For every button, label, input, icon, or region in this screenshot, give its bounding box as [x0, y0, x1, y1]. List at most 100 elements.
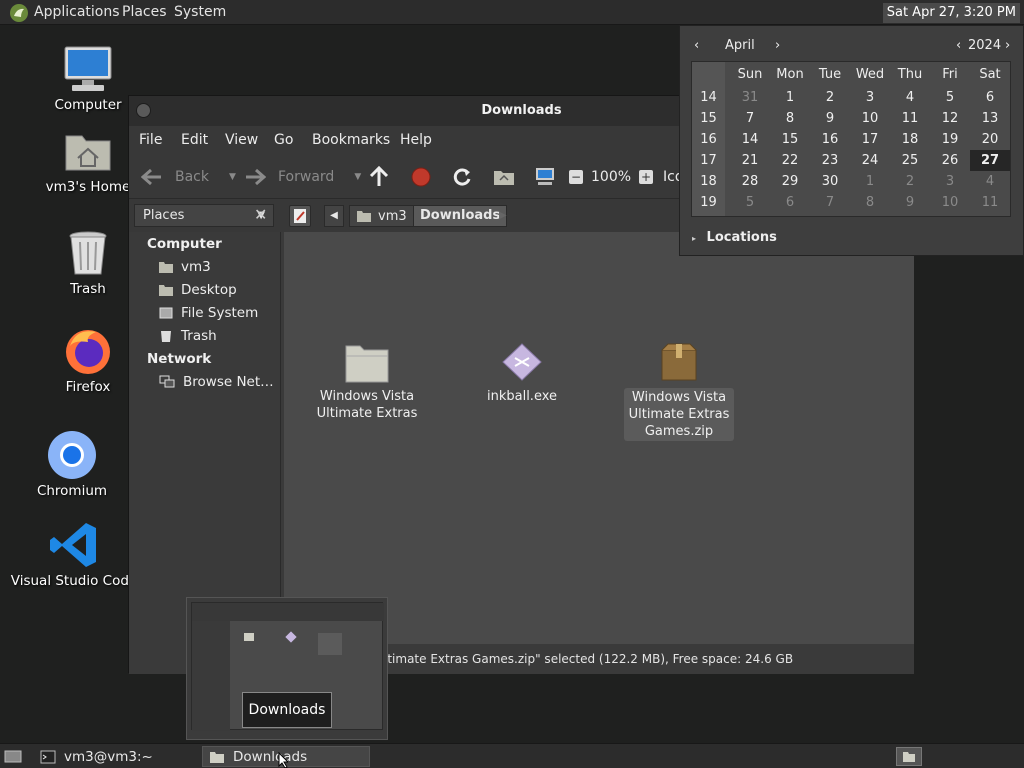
menu-view[interactable]: View [225, 132, 258, 148]
prev-year-icon[interactable]: ‹ [956, 38, 961, 53]
file-item[interactable]: Windows Vista Ultimate Extras [312, 340, 422, 422]
prev-month-icon[interactable]: ‹ [694, 38, 699, 53]
menu-file[interactable]: File [139, 132, 162, 148]
calendar-day[interactable]: 2 [890, 171, 930, 192]
zoom-in-icon[interactable]: + [639, 169, 654, 184]
calendar-day[interactable]: 25 [890, 150, 930, 171]
calendar-day[interactable]: 14 [730, 129, 770, 150]
calendar-day[interactable]: 5 [730, 192, 770, 213]
forward-button[interactable]: Forward ▼ [244, 154, 361, 199]
week-number: 15 [700, 111, 717, 126]
applications-menu[interactable]: Applications [34, 4, 120, 20]
calendar-day[interactable]: 30 [810, 171, 850, 192]
places-dropdown[interactable]: Places ▼ [134, 204, 274, 227]
breadcrumb-left-icon[interactable]: ◀ [324, 205, 344, 227]
calendar-day[interactable]: 22 [770, 150, 810, 171]
calendar-day[interactable]: 24 [850, 150, 890, 171]
file-view[interactable]: Windows Vista Ultimate Extras inkball.ex… [284, 232, 914, 644]
menu-go[interactable]: Go [274, 132, 293, 148]
calendar-day[interactable]: 29 [770, 171, 810, 192]
calendar-day[interactable]: 2 [810, 87, 850, 108]
calendar-day[interactable]: 31 [730, 87, 770, 108]
sidebar-item-browse-network[interactable]: Browse Net… [159, 374, 274, 390]
computer-button[interactable] [534, 154, 556, 199]
locations-expander[interactable]: ▸ Locations [692, 230, 777, 245]
file-item-selected[interactable]: Windows Vista Ultimate Extras Games.zip [624, 340, 734, 441]
calendar-day[interactable]: 8 [850, 192, 890, 213]
zip-archive-icon [624, 340, 734, 384]
menu-bookmarks[interactable]: Bookmarks [312, 132, 390, 148]
calendar-day[interactable]: 5 [930, 87, 970, 108]
calendar-day[interactable]: 10 [930, 192, 970, 213]
day-name: Tue [818, 67, 842, 82]
next-month-icon[interactable]: › [775, 38, 780, 53]
calendar-day[interactable]: 7 [730, 108, 770, 129]
window-close-icon[interactable] [136, 103, 151, 118]
sidebar-item-filesystem[interactable]: File System [159, 305, 258, 321]
calendar-day[interactable]: 3 [930, 171, 970, 192]
file-item[interactable]: inkball.exe [467, 340, 577, 405]
task-terminal[interactable]: vm3@vm3:~ [34, 746, 198, 767]
calendar-month: April [725, 38, 755, 53]
terminal-icon [40, 750, 56, 764]
calendar-day[interactable]: 1 [770, 87, 810, 108]
calendar-day[interactable]: 18 [890, 129, 930, 150]
breadcrumb-right-icon[interactable]: ▶ [499, 205, 507, 227]
breadcrumb-downloads[interactable]: Downloads [413, 205, 508, 227]
calendar-day[interactable]: 16 [810, 129, 850, 150]
places-menu[interactable]: Places [122, 4, 167, 20]
calendar-day[interactable]: 28 [730, 171, 770, 192]
sidebar-item-vm3[interactable]: vm3 [159, 259, 211, 275]
calendar-day[interactable]: 10 [850, 108, 890, 129]
calendar-day[interactable]: 4 [890, 87, 930, 108]
menu-help[interactable]: Help [400, 132, 432, 148]
zoom-out-icon[interactable]: − [569, 169, 583, 184]
calendar-day-today[interactable]: 27 [970, 150, 1010, 171]
chevron-down-icon[interactable]: ▼ [354, 172, 361, 182]
sidebar-item-trash[interactable]: Trash [159, 328, 217, 344]
show-desktop-icon[interactable] [4, 748, 22, 764]
calendar-day[interactable]: 19 [930, 129, 970, 150]
calendar-day[interactable]: 20 [970, 129, 1010, 150]
chevron-down-icon[interactable]: ▼ [229, 172, 236, 182]
calendar-day[interactable]: 11 [890, 108, 930, 129]
stop-button[interactable] [411, 154, 431, 199]
calendar-day[interactable]: 12 [930, 108, 970, 129]
next-year-icon[interactable]: › [1005, 38, 1010, 53]
calendar-day[interactable]: 13 [970, 108, 1010, 129]
home-button[interactable] [493, 154, 515, 199]
breadcrumb-vm3[interactable]: vm3 [349, 205, 414, 227]
calendar-day[interactable]: 6 [770, 192, 810, 213]
clock[interactable]: Sat Apr 27, 3:20 PM [882, 3, 1020, 23]
desktop-icon-chromium[interactable]: Chromium [2, 430, 142, 499]
calendar-day[interactable]: 1 [850, 171, 890, 192]
mate-logo-icon[interactable] [9, 3, 29, 23]
sidebar-item-desktop[interactable]: Desktop [159, 282, 237, 298]
calendar-day[interactable]: 21 [730, 150, 770, 171]
calendar-day[interactable]: 8 [770, 108, 810, 129]
close-sidebar-icon[interactable]: ✕ [254, 205, 267, 224]
window-preview[interactable]: Downloads [186, 597, 388, 740]
back-button[interactable]: Back ▼ [141, 154, 236, 199]
calendar-day[interactable]: 26 [930, 150, 970, 171]
calendar-day[interactable]: 4 [970, 171, 1010, 192]
edit-location-icon[interactable] [289, 205, 311, 227]
computer-icon [534, 167, 556, 187]
week-number: 17 [700, 153, 717, 168]
calendar-day[interactable]: 3 [850, 87, 890, 108]
calendar-day[interactable]: 11 [970, 192, 1010, 213]
reload-button[interactable] [452, 154, 472, 199]
up-button[interactable] [369, 154, 389, 199]
calendar-day[interactable]: 6 [970, 87, 1010, 108]
calendar-day[interactable]: 17 [850, 129, 890, 150]
calendar-day[interactable]: 15 [770, 129, 810, 150]
calendar-day[interactable]: 7 [810, 192, 850, 213]
calendar-day[interactable]: 23 [810, 150, 850, 171]
reload-icon [452, 167, 472, 187]
calendar-day[interactable]: 9 [810, 108, 850, 129]
menu-edit[interactable]: Edit [181, 132, 208, 148]
workspace-switcher[interactable] [896, 747, 922, 766]
desktop-icon-vscode[interactable]: Visual Studio Code [4, 520, 144, 589]
calendar-day[interactable]: 9 [890, 192, 930, 213]
system-menu[interactable]: System [174, 4, 226, 20]
